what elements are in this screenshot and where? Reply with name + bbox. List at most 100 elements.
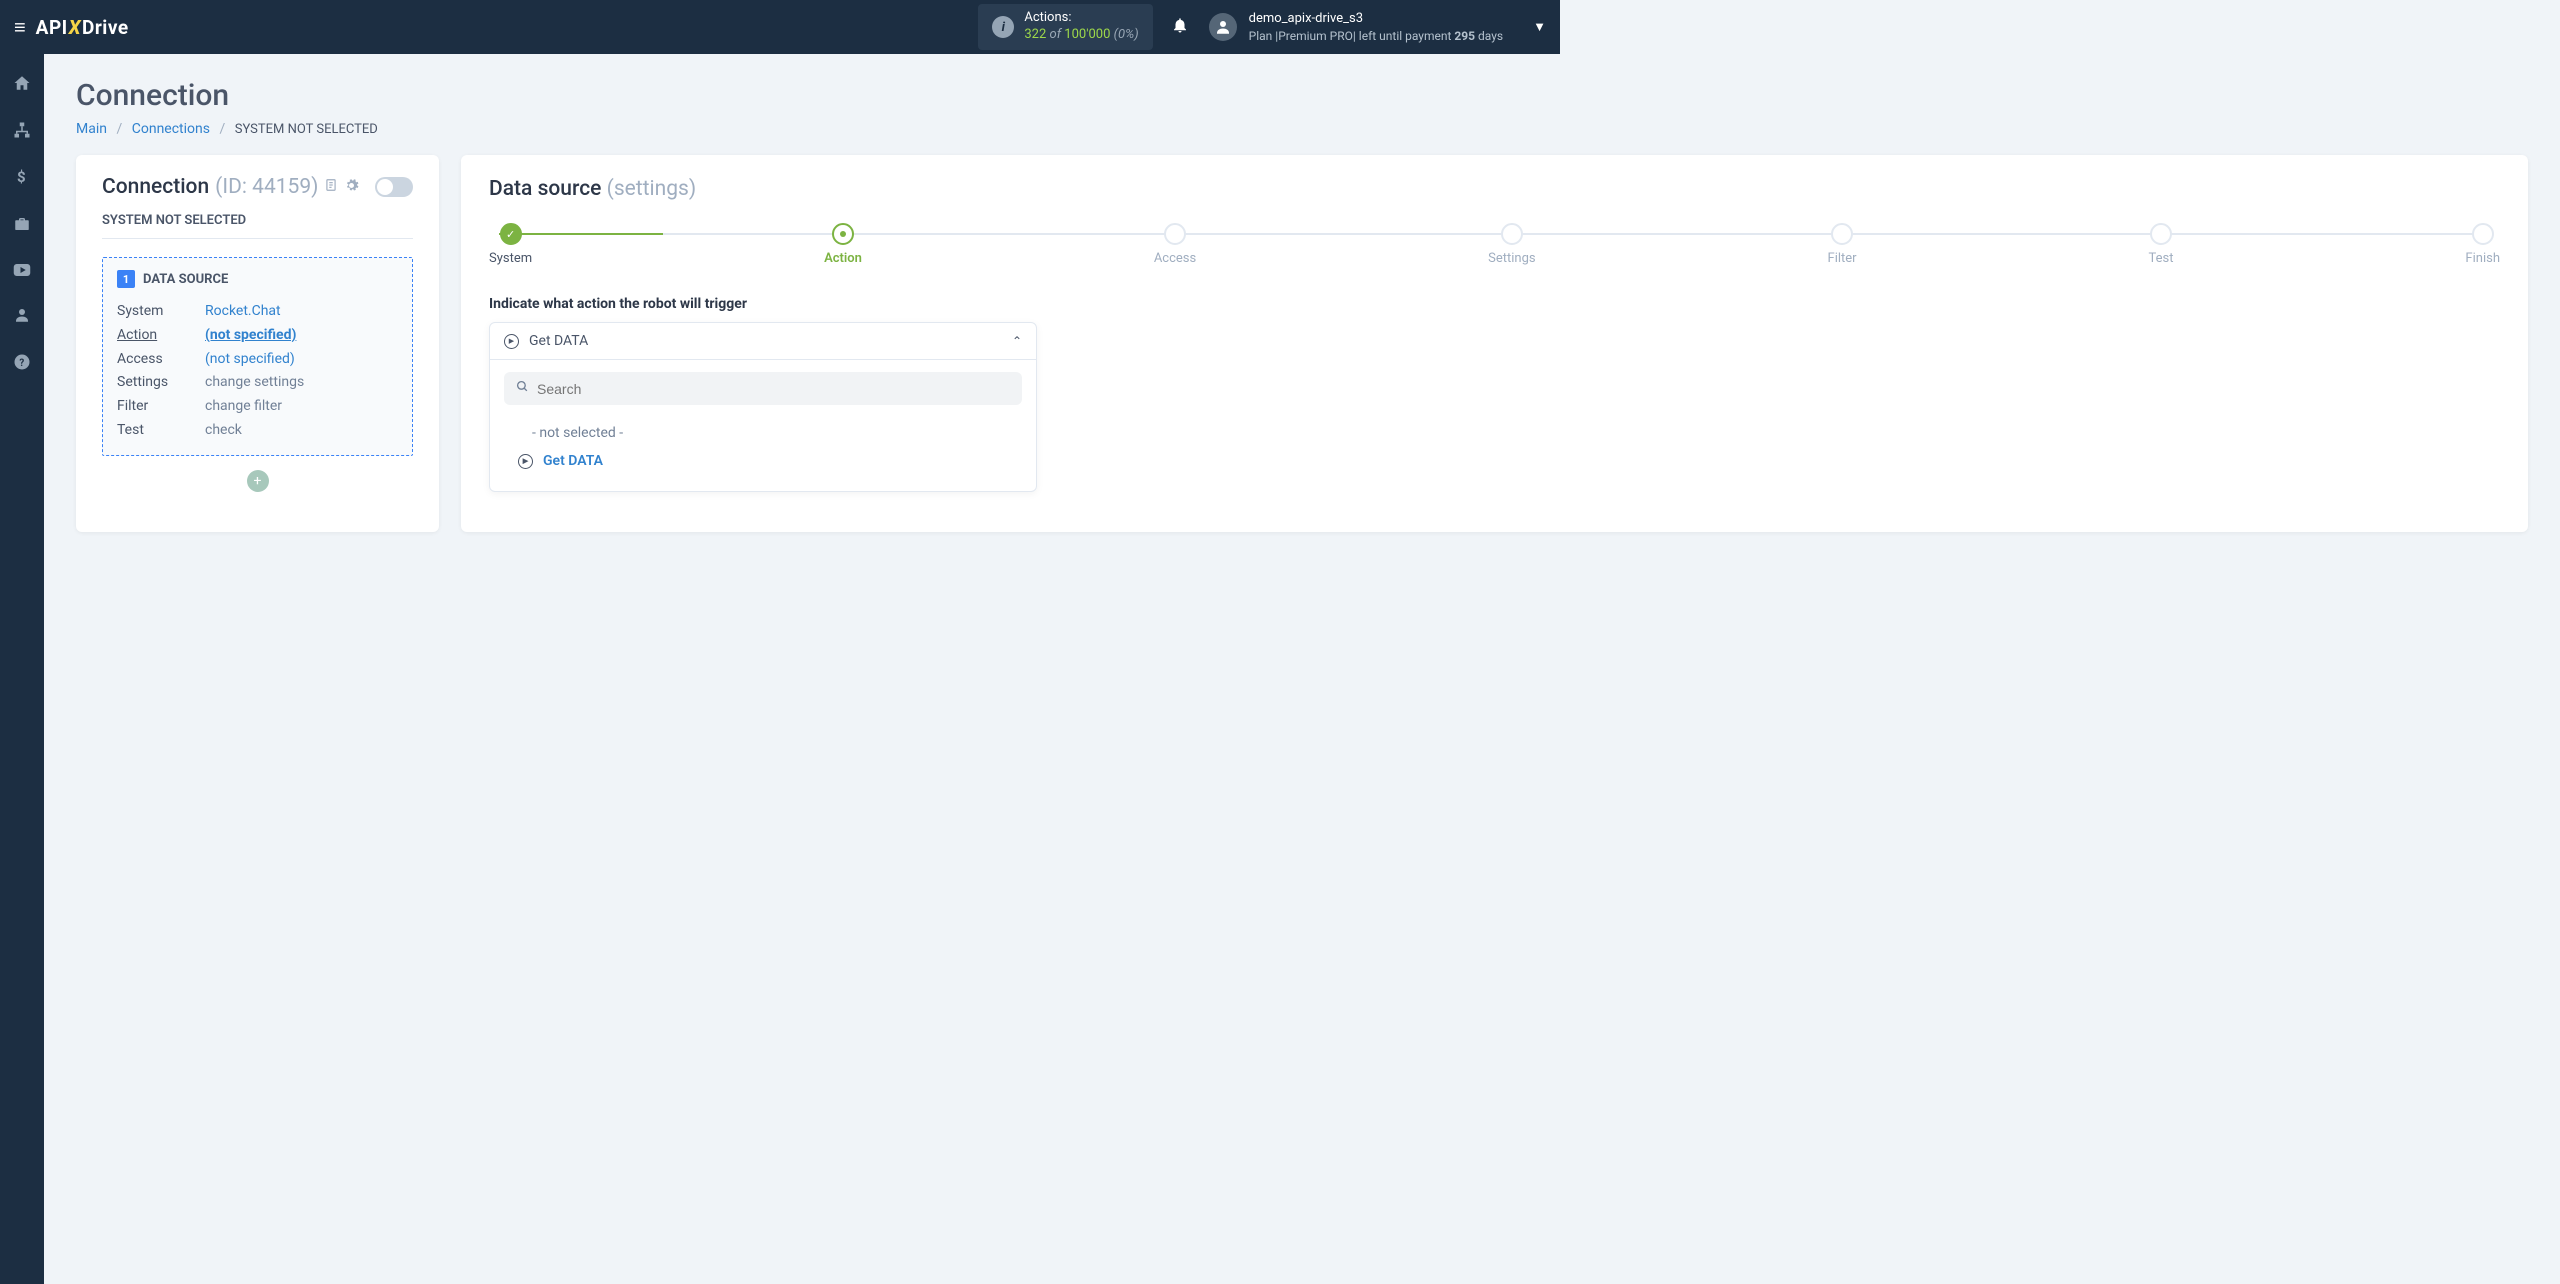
step-label: System [489, 251, 532, 266]
breadcrumb-connections[interactable]: Connections [132, 121, 210, 137]
avatar-icon[interactable] [1209, 13, 1237, 41]
step-filter[interactable]: Filter [1828, 223, 1857, 266]
step-label: Filter [1828, 251, 1857, 266]
ds-row-value: check [205, 419, 242, 443]
actions-value: 322 [1024, 27, 1046, 42]
breadcrumb-main[interactable]: Main [76, 121, 107, 137]
step-dot [1831, 223, 1853, 245]
ds-row: SystemRocket.Chat [117, 300, 398, 324]
logo-text: API [36, 16, 68, 39]
data-source-box: 1 DATA SOURCE SystemRocket.ChatAction(no… [102, 257, 413, 456]
ds-row-value: change filter [205, 395, 282, 419]
logo-text-2: Drive [82, 16, 129, 39]
help-icon[interactable]: ? [13, 353, 31, 376]
ds-row: Access(not specified) [117, 348, 398, 372]
step-finish[interactable]: Finish [2465, 223, 2500, 266]
youtube-icon[interactable] [13, 262, 31, 282]
action-dropdown: ▶ Get DATA ⌃ - not selected - ▶ Get DATA [489, 322, 1037, 492]
svg-text:$: $ [17, 168, 26, 186]
ds-row: Testcheck [117, 419, 398, 443]
main: Connection Main / Connections / SYSTEM N… [44, 54, 2560, 1284]
document-icon[interactable] [324, 177, 338, 197]
dropdown-opt-get-data[interactable]: ▶ Get DATA [504, 447, 1022, 475]
step-dot [2150, 223, 2172, 245]
sitemap-icon[interactable] [13, 121, 31, 144]
briefcase-icon[interactable] [13, 215, 31, 238]
ds-row-key: System [117, 300, 205, 324]
ds-row-key: Access [117, 348, 205, 372]
ds-row-key: Filter [117, 395, 205, 419]
step-dot: ✓ [500, 223, 522, 245]
sidebar: $ ? [0, 54, 44, 1284]
ds-row-key: Action [117, 324, 205, 348]
step-settings[interactable]: Settings [1488, 223, 1535, 266]
step-label: Settings [1488, 251, 1535, 266]
ds-row-value[interactable]: (not specified) [205, 348, 295, 372]
page-title: Connection [76, 78, 2528, 113]
breadcrumb-current: SYSTEM NOT SELECTED [235, 122, 378, 137]
gear-icon[interactable] [344, 178, 359, 197]
ds-row: Filterchange filter [117, 395, 398, 419]
connection-header: Connection (ID: 44159) [102, 175, 413, 199]
step-action[interactable]: Action [824, 223, 862, 266]
enable-toggle[interactable] [375, 177, 413, 197]
actions-box[interactable]: i Actions: 322 of 100'000 (0%) [978, 4, 1152, 50]
play-icon: ▶ [518, 454, 533, 469]
search-input[interactable] [537, 381, 1010, 397]
step-label: Access [1154, 251, 1196, 266]
chevron-down-icon[interactable]: ▼ [1533, 19, 1546, 35]
actions-limit: 100'000 [1064, 27, 1110, 42]
step-dot [1501, 223, 1523, 245]
user-icon[interactable] [13, 306, 31, 329]
ds-row-key: Test [117, 419, 205, 443]
play-icon: ▶ [504, 334, 519, 349]
step-access[interactable]: Access [1154, 223, 1196, 266]
search-icon [516, 380, 529, 397]
ds-row-key: Settings [117, 371, 205, 395]
menu-icon[interactable]: ≡ [14, 15, 26, 40]
right-card: Data source (settings) ✓ System Action Acce… [461, 155, 2528, 532]
left-card: Connection (ID: 44159) SYSTEM NOT SELECT… [76, 155, 439, 532]
logo[interactable]: API X Drive [36, 16, 129, 39]
step-system[interactable]: ✓ System [489, 223, 532, 266]
step-dot [2472, 223, 2494, 245]
action-prompt: Indicate what action the robot will trig… [489, 296, 2500, 312]
dropdown-head[interactable]: ▶ Get DATA ⌃ [490, 323, 1036, 360]
step-label: Finish [2465, 251, 2500, 266]
info-icon: i [992, 16, 1014, 38]
dropdown-selected: Get DATA [529, 333, 1002, 349]
dollar-icon[interactable]: $ [17, 168, 27, 191]
user-plan: Plan |Premium PRO| left until payment 29… [1249, 28, 1503, 44]
ds-row: Settingschange settings [117, 371, 398, 395]
connection-subhead: SYSTEM NOT SELECTED [102, 213, 413, 239]
connection-id: (ID: 44159) [215, 175, 318, 199]
svg-text:?: ? [19, 358, 24, 369]
right-title: Data source (settings) [489, 177, 2500, 201]
home-icon[interactable] [13, 74, 31, 97]
header: ≡ API X Drive i Actions: 322 of 100'000 … [0, 0, 1560, 54]
ds-row-value: change settings [205, 371, 304, 395]
data-source-title: DATA SOURCE [143, 272, 228, 287]
ds-row: Action(not specified) [117, 324, 398, 348]
stepper: ✓ System Action Access Settings Filter Test Fin… [489, 223, 2500, 266]
user-name: demo_apix-drive_s3 [1249, 10, 1503, 28]
chevron-up-icon: ⌃ [1012, 334, 1022, 348]
breadcrumb: Main / Connections / SYSTEM NOT SELECTED [76, 121, 2528, 137]
actions-text: Actions: 322 of 100'000 (0%) [1024, 10, 1138, 44]
step-dot [832, 223, 854, 245]
add-button[interactable]: + [247, 470, 269, 492]
step-label: Test [2149, 251, 2174, 266]
dropdown-search [504, 372, 1022, 405]
step-dot [1164, 223, 1186, 245]
actions-label: Actions: [1024, 10, 1138, 27]
data-source-num: 1 [117, 270, 135, 288]
bell-icon[interactable] [1171, 16, 1189, 39]
logo-x: X [69, 16, 81, 39]
ds-row-value[interactable]: (not specified) [205, 324, 296, 348]
step-label: Action [824, 251, 862, 266]
ds-row-value[interactable]: Rocket.Chat [205, 300, 281, 324]
connection-heading: Connection [102, 175, 209, 199]
user-info[interactable]: demo_apix-drive_s3 Plan |Premium PRO| le… [1249, 10, 1503, 44]
dropdown-opt-none[interactable]: - not selected - [504, 419, 1022, 447]
step-test[interactable]: Test [2149, 223, 2174, 266]
